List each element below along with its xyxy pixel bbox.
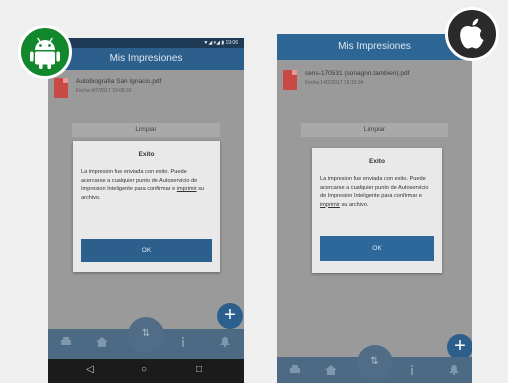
print-icon[interactable] [60, 337, 72, 349]
ios-clear-button[interactable]: Limpiar [301, 123, 448, 137]
android-file-date: Fecha 4/7/2017 19:06:31 [76, 88, 132, 94]
android-dialog-title: Exito [138, 151, 155, 158]
android-dialog-message-link: imprimir [176, 186, 197, 192]
android-system-nav-bar: ◁ ○ □ [48, 359, 244, 383]
ios-dialog-message-link: imprimir [320, 201, 340, 208]
ios-nav-center-button[interactable]: ⇅ [356, 345, 393, 381]
ios-success-dialog: Exito La impresion fue enviada con exito… [312, 148, 442, 273]
android-bottom-nav: ⇅ [48, 317, 244, 359]
info-icon[interactable] [180, 337, 186, 349]
home-icon[interactable] [325, 365, 337, 377]
android-file-name: Autobiografia San Ignacio.pdf [76, 78, 162, 85]
android-add-button[interactable]: + [217, 303, 243, 329]
ios-phone-screen: Mis Impresiones cens-170531 (sonagnn.tam… [277, 34, 472, 383]
bell-icon[interactable] [220, 337, 230, 349]
apple-logo-icon [460, 18, 484, 49]
android-ok-button[interactable]: OK [81, 239, 212, 262]
bell-icon[interactable] [449, 365, 459, 377]
pdf-file-icon [283, 70, 297, 90]
android-app-title: Mis Impresiones [48, 48, 244, 70]
ios-file-name: cens-170531 (sonagnn.tambien).pdf [305, 70, 410, 77]
ios-bottom-nav: ⇅ [277, 345, 472, 383]
ios-dialog-message-suffix: su archivo. [339, 201, 369, 208]
print-icon[interactable] [289, 365, 301, 377]
ios-dialog-title: Exito [369, 158, 385, 165]
android-logo-icon [30, 37, 60, 69]
info-icon[interactable] [409, 365, 415, 377]
ios-dialog-message-prefix: La impresion fue enviada con exito. Pued… [320, 176, 429, 199]
android-nav-center-button[interactable]: ⇅ [128, 317, 164, 353]
home-icon[interactable] [96, 337, 108, 349]
back-icon[interactable]: ◁ [86, 364, 94, 375]
ios-ok-button[interactable]: OK [320, 236, 434, 261]
ios-file-date: Fecha 14/2/2017 16:15:34 [305, 80, 364, 86]
ios-file-row[interactable]: cens-170531 (sonagnn.tambien).pdf Fecha … [283, 68, 466, 96]
android-file-row[interactable]: Autobiografia San Ignacio.pdf Fecha 4/7/… [54, 76, 238, 104]
android-clear-button[interactable]: Limpiar [72, 123, 220, 137]
android-badge [18, 25, 72, 79]
android-phone-screen: ▼◢ ▾◢ ▮ 19:06 Mis Impresiones Autobiogra… [48, 38, 244, 383]
android-status-bar: ▼◢ ▾◢ ▮ 19:06 [48, 38, 244, 48]
apple-badge [445, 7, 499, 61]
android-success-dialog: Exito La impresion fue enviada con exito… [73, 141, 220, 272]
recent-apps-icon[interactable]: □ [196, 364, 202, 375]
ios-app-title: Mis Impresiones [277, 34, 472, 60]
pdf-file-icon [54, 78, 68, 98]
ios-dialog-message: La impresion fue enviada con exito. Pued… [320, 175, 434, 209]
android-dialog-message: La impresion fue enviada con exito. Pued… [81, 168, 212, 202]
home-circle-icon[interactable]: ○ [141, 364, 147, 375]
